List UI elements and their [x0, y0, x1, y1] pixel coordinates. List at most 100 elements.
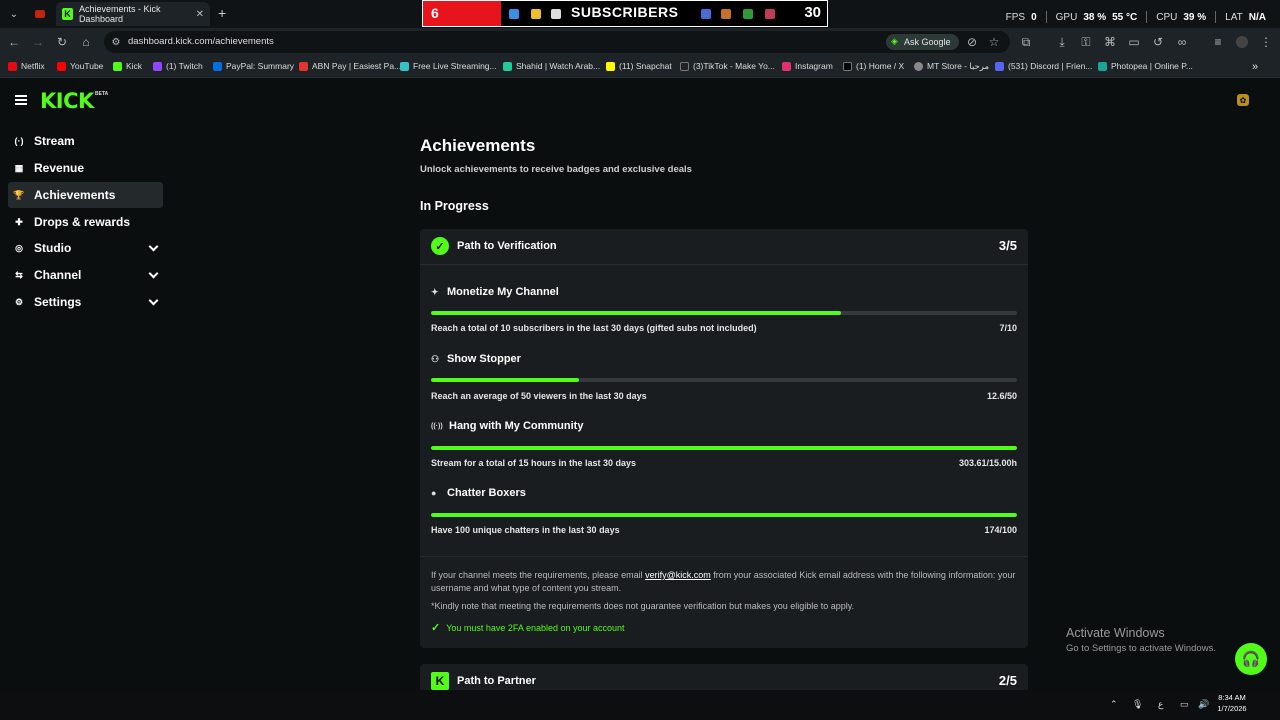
verify-email-link[interactable]: verify@kick.com [645, 570, 711, 580]
menu-icon[interactable]: ⋮ [1258, 34, 1274, 50]
bookmark-label: (1) Home / X [856, 61, 905, 71]
sidebar-item-label: Settings [34, 295, 82, 309]
progress-bar [431, 378, 1017, 382]
store-icon[interactable] [551, 9, 561, 19]
checkmark-icon: ✓ [431, 622, 441, 634]
achievement-name: Monetize My Channel [447, 286, 559, 298]
profile-avatar[interactable] [1234, 34, 1250, 50]
reload-icon[interactable]: ↻ [54, 34, 70, 50]
app-icon[interactable] [721, 9, 731, 19]
sidebar-item-channel[interactable]: ⇆ Channel [8, 262, 163, 288]
sidebar-item-stream[interactable]: (·) Stream [8, 128, 163, 154]
bookmark[interactable]: Photopea | Online P... [1098, 61, 1193, 71]
start-icon[interactable] [509, 9, 519, 19]
channel-icon: ⇆ [15, 269, 23, 280]
bookmark[interactable]: (3)TikTok - Make Yo... [680, 61, 775, 71]
language-indicator[interactable]: ع [1158, 699, 1163, 710]
bookmark[interactable]: Netflix [8, 61, 45, 71]
bookmark[interactable]: Shahid | Watch Arab... [503, 61, 600, 71]
history-icon[interactable]: ↺ [1150, 34, 1166, 50]
sidebar-item-drops-rewards[interactable]: ✚ Drops & rewards [8, 209, 163, 235]
link-icon[interactable]: ∞ [1174, 34, 1190, 50]
volume-icon[interactable]: 🔊 [1198, 699, 1209, 710]
star-icon[interactable]: ☆ [986, 34, 1002, 50]
app-icon[interactable] [765, 9, 775, 19]
achievement-description: Reach a total of 10 subscribers in the l… [431, 323, 757, 333]
progress-bar [431, 513, 1017, 517]
address-bar[interactable]: ⚙ dashboard.kick.com/achievements ◈ Ask … [104, 31, 1010, 53]
achievement-title: ● Chatter Boxers [431, 487, 526, 499]
extensions-icon[interactable]: ⧉ [1018, 34, 1034, 50]
xbox-icon[interactable] [743, 9, 753, 19]
bookmark-favicon-icon [606, 61, 615, 71]
chevron-down-icon[interactable] [148, 268, 159, 279]
ask-google-button[interactable]: ◈ Ask Google [886, 34, 959, 50]
cpu-value: 39 % [1183, 11, 1207, 23]
home-icon[interactable]: ⌂ [78, 34, 94, 50]
bookmark[interactable]: MT Store - مرحبا [914, 61, 989, 72]
sidebar-item-achievements[interactable]: 🏆 Achievements [8, 182, 163, 208]
sidebar-item-settings[interactable]: ⚙ Settings [8, 289, 163, 315]
bookmark[interactable]: Free Live Streaming... [400, 61, 497, 71]
sidebar-item-label: Drops & rewards [34, 215, 131, 229]
microphone-icon[interactable]: 🎙 [1132, 699, 1143, 710]
subscriber-goal-overlay: 6 SUBSCRIBERS 30 [422, 0, 828, 27]
kick-logo[interactable]: KICK [40, 89, 94, 113]
back-icon[interactable]: ← [6, 34, 22, 50]
bookmark[interactable]: PayPal: Summary [213, 61, 294, 71]
site-info-icon[interactable]: ⚙ [108, 34, 124, 50]
sidebar-item-revenue[interactable]: ▦ Revenue [8, 155, 163, 181]
bookmark-favicon-icon [57, 61, 66, 71]
translate-icon[interactable]: ⌘ [1102, 34, 1118, 50]
bookmark[interactable]: Kick [113, 61, 142, 71]
achievement-value: 12.6/50 [986, 391, 1017, 401]
key-icon[interactable]: ⚿ [1078, 34, 1094, 50]
achievement-value: 7/10 [999, 323, 1017, 333]
clock-date: 1/7/2026 [1217, 704, 1247, 713]
file-explorer-icon[interactable] [531, 9, 541, 19]
ask-google-label: Ask Google [904, 37, 951, 47]
bookmark[interactable]: YouTube [57, 61, 103, 71]
pinned-tab[interactable] [30, 5, 50, 23]
bookmark[interactable]: (11) Snapchat [606, 61, 672, 71]
clock[interactable]: 8:34 AM 1/7/2026 [1216, 692, 1248, 714]
chevron-up-icon[interactable]: ⌃ [1110, 699, 1118, 710]
user-avatar[interactable]: ✿ [1237, 94, 1249, 106]
network-icon[interactable]: ▭ [1180, 699, 1189, 710]
activate-windows-title: Activate Windows [1066, 626, 1165, 640]
card-header[interactable]: ✓ Path to Verification 3/5 [420, 229, 1028, 265]
bookmark[interactable]: (1) Twitch [153, 61, 203, 71]
app-icon[interactable] [701, 9, 711, 19]
bookmark[interactable]: (1) Home / X [843, 61, 904, 71]
lat-label: LAT [1225, 11, 1243, 23]
wallet-icon[interactable]: ▭ [1126, 34, 1142, 50]
bookmark-favicon-icon [503, 61, 512, 71]
divider [420, 556, 1028, 557]
chevron-down-icon[interactable] [148, 241, 159, 252]
bookmark[interactable]: ABN Pay | Easiest Pa... [299, 61, 401, 71]
reading-list-icon[interactable]: ≡ [1210, 34, 1226, 50]
sidebar-item-label: Revenue [34, 161, 85, 175]
bookmark-favicon-icon [153, 61, 162, 71]
hamburger-menu-icon[interactable] [15, 95, 27, 105]
close-tab-icon[interactable]: ✕ [196, 9, 204, 20]
bookmark-label: YouTube [70, 61, 104, 71]
sidebar-item-studio[interactable]: ◎ Studio [8, 235, 163, 261]
gpu-label: GPU [1055, 11, 1078, 23]
more-bookmarks-icon[interactable]: » [1252, 61, 1258, 73]
active-tab[interactable]: K Achievements - Kick Dashboard ✕ [56, 2, 210, 26]
support-chat-button[interactable]: 🎧 [1235, 643, 1267, 675]
sidebar-item-label: Studio [34, 241, 72, 255]
page-title: Achievements [420, 136, 536, 155]
sidebar-item-label: Stream [34, 134, 75, 148]
verification-note: *Kindly note that meeting the requiremen… [431, 601, 855, 611]
chevron-down-icon[interactable] [148, 295, 159, 306]
download-icon[interactable]: ⤓ [1054, 34, 1070, 50]
tab-list-button[interactable]: ⌄ [4, 5, 24, 23]
forward-icon[interactable]: → [30, 34, 46, 50]
bookmark[interactable]: (531) Discord | Frien... [995, 61, 1092, 71]
new-tab-button[interactable]: + [218, 5, 226, 21]
bookmark[interactable]: Instagram [782, 61, 833, 71]
eye-off-icon[interactable]: ⊘ [964, 34, 980, 50]
bookmark-label: ABN Pay | Easiest Pa... [312, 61, 402, 71]
